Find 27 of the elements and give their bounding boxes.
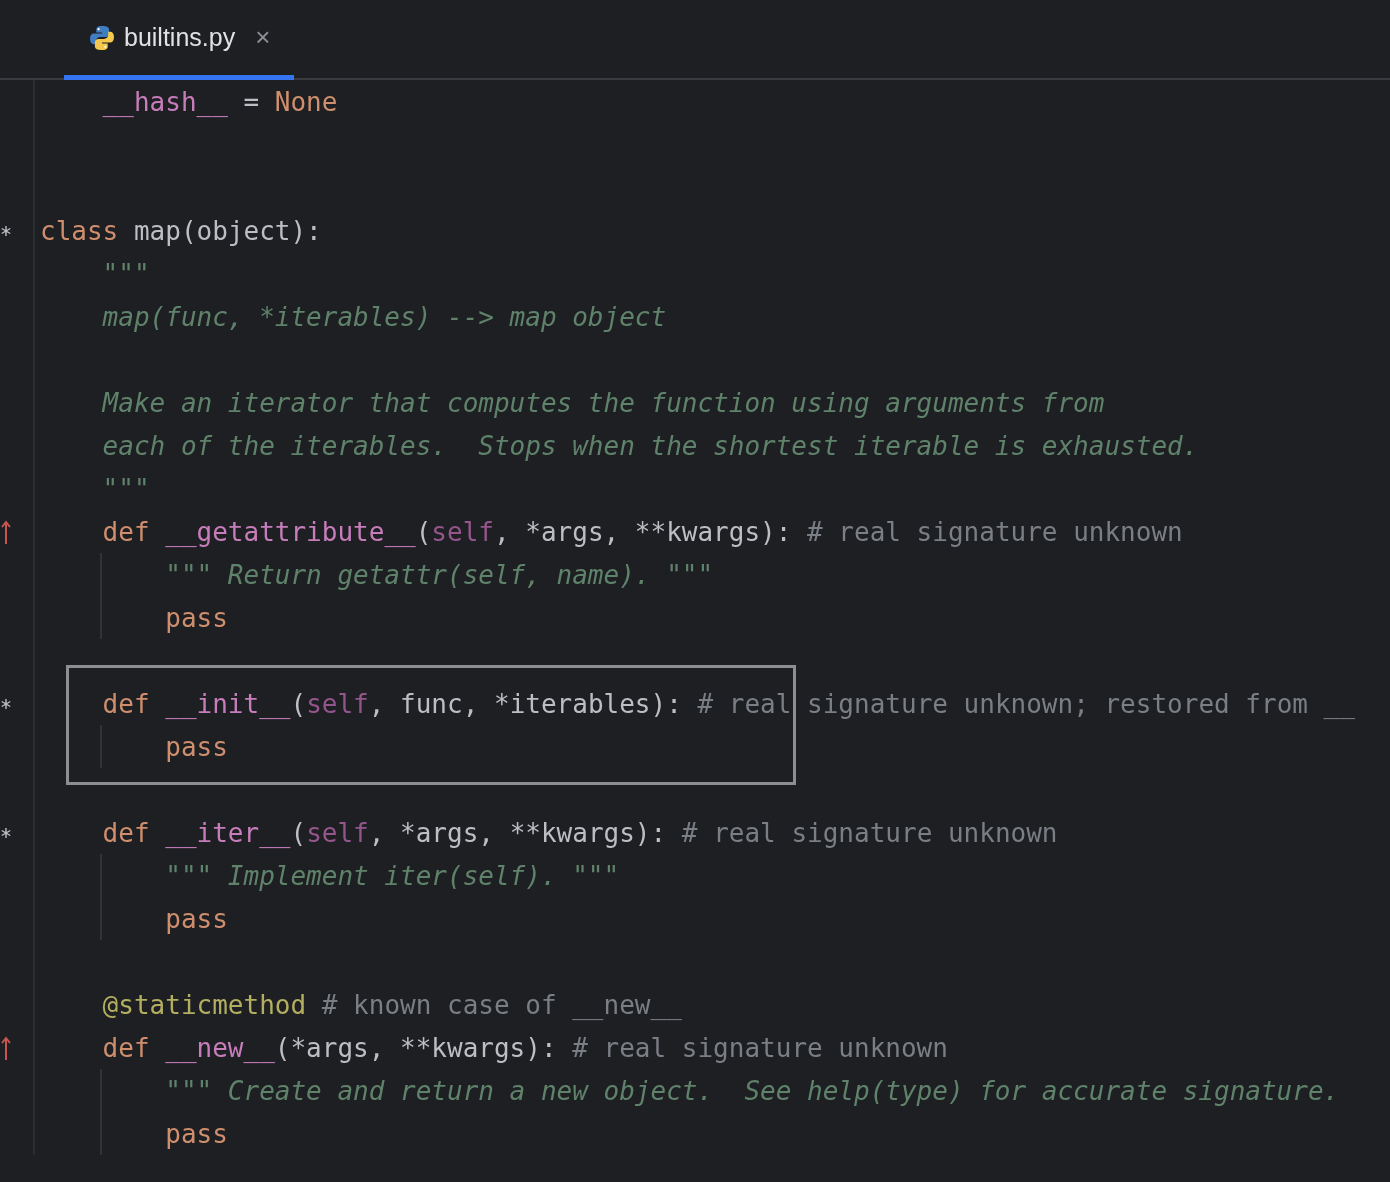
code-line: def __init__(self, func, *iterables): # real signature unknown; restored from __	[101, 688, 1355, 719]
arrow-up-icon[interactable]	[1, 1034, 11, 1061]
code-line: Make an iterator that computes the function using arguments from	[100, 387, 1105, 418]
code-line: each of the iterables. Stops when the shortest iterable is exhausted.	[101, 430, 1199, 461]
close-icon[interactable]: ×	[255, 22, 271, 53]
code-line: class map(object):	[40, 215, 322, 246]
code-line: def __new__(*args, **kwargs): # real signature unknown	[101, 1032, 948, 1063]
code-line: pass	[164, 1118, 228, 1149]
python-icon	[88, 23, 116, 52]
arrow-up-icon[interactable]	[1, 518, 11, 545]
code-line: """	[101, 258, 150, 289]
asterisk-icon[interactable]	[1, 698, 11, 709]
code-line: """ Implement iter(self). """	[164, 860, 620, 891]
code-line: pass	[164, 602, 228, 633]
asterisk-icon[interactable]	[1, 827, 11, 838]
code-line: def __iter__(self, *args, **kwargs): # real signature unknown	[101, 817, 1058, 848]
file-tab[interactable]: builtins.py ×	[64, 0, 295, 80]
code-line: def __getattribute__(self, *args, **kwargs): # real signature unknown	[101, 516, 1183, 547]
code-line: """ Create and return a new object. See help(type) for accurate signature.	[164, 1075, 1340, 1106]
code-line: __hash__ = None	[101, 86, 338, 117]
code-line: @staticmethod # known case of __new__	[101, 989, 682, 1020]
code-line: """	[101, 473, 150, 504]
code-line: pass	[164, 731, 228, 762]
code-line: map(func, *iterables) --> map object	[101, 301, 667, 332]
asterisk-icon[interactable]	[1, 225, 11, 236]
code-line: pass	[164, 903, 228, 934]
code-line: """ Return getattr(self, name). """	[164, 559, 714, 590]
